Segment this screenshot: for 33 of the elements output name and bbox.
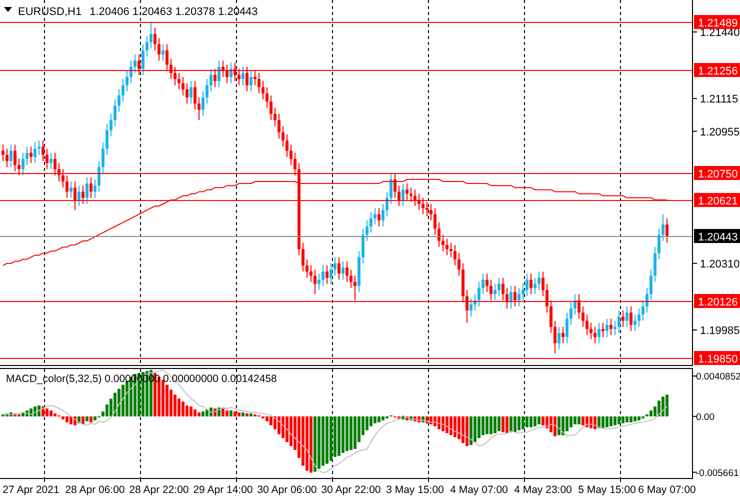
- price-axis-label: 1.21115: [700, 94, 738, 106]
- ref-line-label: 1.20750: [698, 168, 738, 180]
- price-axis-label: 1.20955: [700, 126, 740, 138]
- price-label: 1.20443: [694, 229, 740, 244]
- indicator-axis-label: -0.005661: [696, 468, 739, 479]
- time-axis-label: 28 Apr 06:00: [65, 484, 125, 496]
- price-axis-label: 1.20310: [700, 258, 740, 270]
- price-label: 1.20621: [694, 193, 740, 208]
- price-label: 1.21256: [694, 63, 740, 78]
- time-axis-label: 6 May 07:00: [638, 484, 696, 496]
- indicator-axis-label: 0.00: [696, 412, 714, 423]
- time-axis-label: 30 Apr 22:00: [321, 484, 381, 496]
- time-axis-label: 5 May 15:00: [578, 484, 636, 496]
- time-axis-label: 4 May 23:00: [514, 484, 572, 496]
- symbol-label: EURUSD,H1: [18, 6, 82, 18]
- time-axis-label: 30 Apr 06:00: [257, 484, 317, 496]
- price-axis-label: 1.19985: [700, 324, 740, 337]
- ref-line-label: 1.20621: [698, 196, 738, 208]
- time-axis-label: 3 May 15:00: [386, 484, 444, 496]
- price-readout: 1.20406 1.20463 1.20378 1.20443: [90, 6, 258, 18]
- ref-line-label: 1.20126: [698, 296, 738, 308]
- price-label: 1.21489: [694, 15, 740, 30]
- price-label: 1.20750: [694, 166, 740, 180]
- price-label: 1.20126: [694, 294, 740, 308]
- ref-line-label: 1.21489: [698, 18, 738, 30]
- price-label: 1.19850: [694, 351, 740, 366]
- ref-line-label: 1.21256: [698, 66, 738, 78]
- time-axis-label: 4 May 07:00: [450, 484, 508, 496]
- time-axis-label: 29 Apr 14:00: [193, 484, 253, 496]
- time-axis-label: 28 Apr 22:00: [129, 484, 189, 496]
- ref-line-label: 1.19850: [698, 354, 738, 366]
- ref-line-label: 1.20443: [698, 232, 738, 244]
- time-axis-label: 27 Apr 2021: [2, 484, 60, 496]
